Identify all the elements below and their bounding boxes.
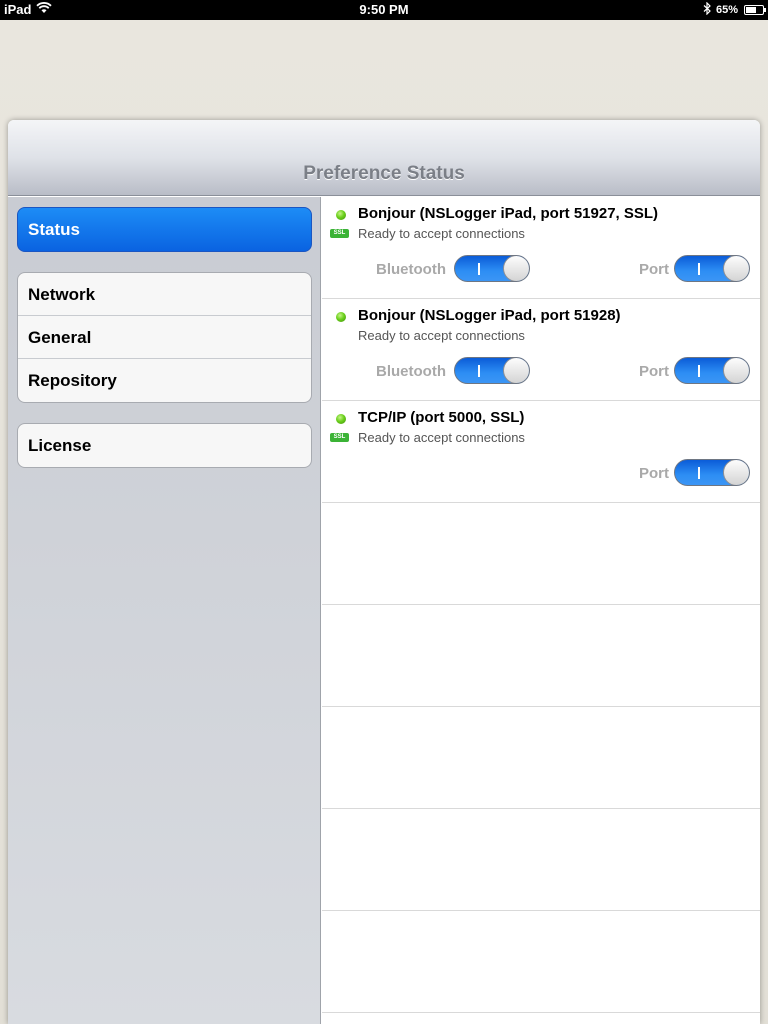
preferences-panel: Preference Status Status Network General… xyxy=(8,120,760,1024)
row-subtitle: Ready to accept connections xyxy=(358,226,525,241)
port-toggle[interactable] xyxy=(674,357,750,384)
sidebar-group-license: License xyxy=(17,423,312,468)
sidebar-group-status: Status xyxy=(17,207,312,252)
bluetooth-label: Bluetooth xyxy=(376,363,446,380)
status-dot-icon xyxy=(336,414,346,424)
toggle-knob xyxy=(503,358,529,383)
toggle-knob xyxy=(723,460,749,485)
toggle-knob xyxy=(723,256,749,281)
status-dot-icon xyxy=(336,210,346,220)
sidebar-item-general[interactable]: General xyxy=(18,316,311,359)
port-label: Port xyxy=(639,465,669,482)
row-title: Bonjour (NSLogger iPad, port 51927, SSL) xyxy=(358,205,659,222)
status-list: SSL Bonjour (NSLogger iPad, port 51927, … xyxy=(322,197,760,1024)
row-title: Bonjour (NSLogger iPad, port 51928) xyxy=(358,307,621,324)
page-title: Preference Status xyxy=(303,163,465,184)
sidebar: Status Network General Repository Licens… xyxy=(8,197,321,1024)
empty-row xyxy=(322,809,760,911)
empty-row xyxy=(322,707,760,809)
sidebar-item-repository[interactable]: Repository xyxy=(18,359,311,402)
sidebar-group-settings: Network General Repository xyxy=(17,272,312,403)
list-item: Bonjour (NSLogger iPad, port 51928) Read… xyxy=(322,299,760,401)
bluetooth-toggle[interactable] xyxy=(454,357,530,384)
toggle-on-mark xyxy=(478,263,480,275)
sidebar-item-status[interactable]: Status xyxy=(18,208,311,251)
clock: 9:50 PM xyxy=(359,2,409,17)
row-title: TCP/IP (port 5000, SSL) xyxy=(358,409,525,426)
empty-row xyxy=(322,503,760,605)
navigation-bar: Preference Status xyxy=(8,120,760,196)
bluetooth-toggle[interactable] xyxy=(454,255,530,282)
toggle-on-mark xyxy=(478,365,480,377)
empty-row xyxy=(322,911,760,1013)
sidebar-item-network[interactable]: Network xyxy=(18,273,311,316)
ssl-badge-icon: SSL xyxy=(330,229,349,238)
battery-fill xyxy=(746,7,756,13)
port-label: Port xyxy=(639,363,669,380)
port-toggle[interactable] xyxy=(674,459,750,486)
bluetooth-icon xyxy=(703,1,712,18)
sidebar-item-license[interactable]: License xyxy=(18,424,311,467)
status-bar: iPad 9:50 PM 65% xyxy=(0,0,768,20)
status-dot-icon xyxy=(336,312,346,322)
ssl-badge-icon: SSL xyxy=(330,433,349,442)
toggle-knob xyxy=(503,256,529,281)
list-item: SSL TCP/IP (port 5000, SSL) Ready to acc… xyxy=(322,401,760,503)
empty-row xyxy=(322,605,760,707)
battery-percent: 65% xyxy=(715,4,738,16)
list-item: SSL Bonjour (NSLogger iPad, port 51927, … xyxy=(322,197,760,299)
row-subtitle: Ready to accept connections xyxy=(358,430,525,445)
toggle-on-mark xyxy=(698,365,700,377)
toggle-knob xyxy=(723,358,749,383)
toggle-on-mark xyxy=(698,263,700,275)
port-toggle[interactable] xyxy=(674,255,750,282)
port-label: Port xyxy=(639,261,669,278)
battery-icon xyxy=(744,5,766,15)
toggle-on-mark xyxy=(698,467,700,479)
bluetooth-label: Bluetooth xyxy=(376,261,446,278)
row-subtitle: Ready to accept connections xyxy=(358,328,525,343)
